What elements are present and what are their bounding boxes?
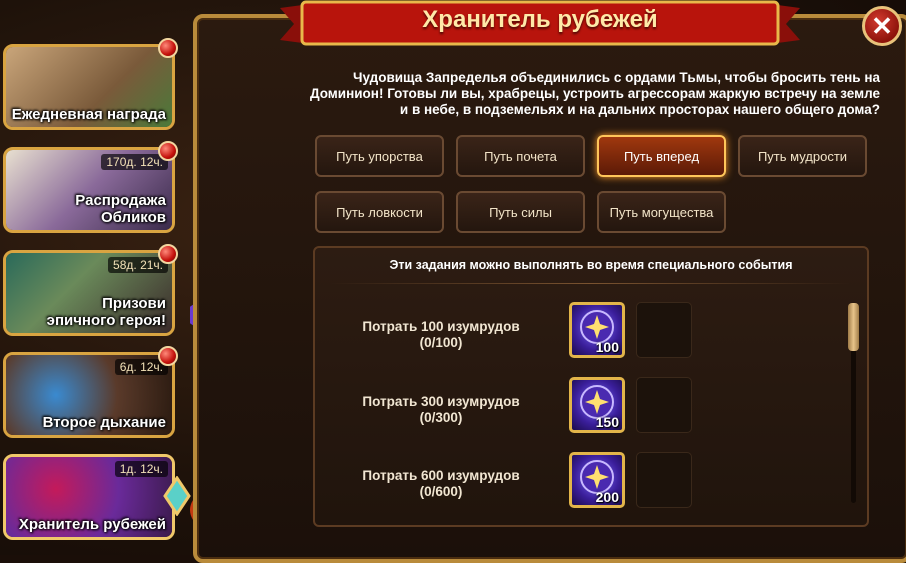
sidebar-item-summon-hero[interactable]: 58д. 21ч. Призови эпичного героя! (3, 250, 175, 336)
reward-item[interactable]: 100 (569, 302, 625, 358)
task-progress: (0/300) (419, 410, 463, 425)
scrollbar-thumb[interactable] (848, 303, 859, 351)
sidebar-item-label: Второе дыхание (42, 414, 166, 431)
page-title: Хранитель рубежей (422, 6, 658, 33)
path-button-might[interactable]: Путь могущества (597, 191, 726, 233)
notification-badge (158, 141, 178, 161)
task-item: Потрать 300 изумрудов (0/300) (330, 394, 552, 426)
sidebar-item-label: Распродажа Обликов (75, 192, 166, 226)
selected-gem-icon (163, 476, 191, 516)
reward-amount: 150 (595, 414, 619, 430)
sidebar-item-label: Призови эпичного героя! (46, 295, 166, 329)
reward-amount: 100 (595, 339, 619, 355)
task-title: Потрать 100 изумрудов (362, 319, 520, 334)
empty-reward-slot (636, 302, 692, 358)
event-description: Чудовища Запределья объединились с ордам… (309, 70, 880, 117)
divider (330, 283, 850, 284)
path-button-agility[interactable]: Путь ловкости (315, 191, 444, 233)
sidebar-item-guardian-of-frontiers[interactable]: 1д. 12ч. Хранитель рубежей (3, 454, 175, 540)
empty-reward-slot (636, 452, 692, 508)
path-button-honor[interactable]: Путь почета (456, 135, 585, 177)
sidebar-item-daily-reward[interactable]: Ежедневная награда (3, 44, 175, 130)
empty-reward-slot (636, 377, 692, 433)
timer: 1д. 12ч. (114, 461, 168, 477)
task-item: Потрать 100 изумрудов (0/100) (330, 319, 552, 351)
path-button-strength[interactable]: Путь силы (456, 191, 585, 233)
task-title: Потрать 600 изумрудов (362, 468, 520, 483)
notification-badge (158, 244, 178, 264)
close-icon: ✕ (871, 10, 893, 41)
reward-item[interactable]: 200 (569, 452, 625, 508)
reward-item[interactable]: 150 (569, 377, 625, 433)
path-button-perseverance[interactable]: Путь упорства (315, 135, 444, 177)
notification-badge (158, 346, 178, 366)
close-button[interactable]: ✕ (862, 6, 902, 46)
tasks-header: Эти задания можно выполнять во время спе… (389, 258, 793, 272)
task-progress: (0/100) (419, 335, 463, 350)
task-item: Потрать 600 изумрудов (0/600) (330, 468, 552, 500)
notification-badge (158, 38, 178, 58)
sidebar-item-label: Хранитель рубежей (18, 516, 166, 533)
reward-amount: 200 (595, 489, 619, 505)
sidebar-item-skins-sale[interactable]: 170д. 12ч. Распродажа Обликов (3, 147, 175, 233)
sidebar-item-second-wind[interactable]: 6д. 12ч. Второе дыхание (3, 352, 175, 438)
path-button-wisdom[interactable]: Путь мудрости (738, 135, 867, 177)
sidebar-item-label: Ежедневная награда (11, 106, 166, 123)
path-button-forward[interactable]: Путь вперед (597, 135, 726, 177)
task-progress: (0/600) (419, 484, 463, 499)
timer: 170д. 12ч. (101, 154, 168, 170)
task-title: Потрать 300 изумрудов (362, 394, 520, 409)
